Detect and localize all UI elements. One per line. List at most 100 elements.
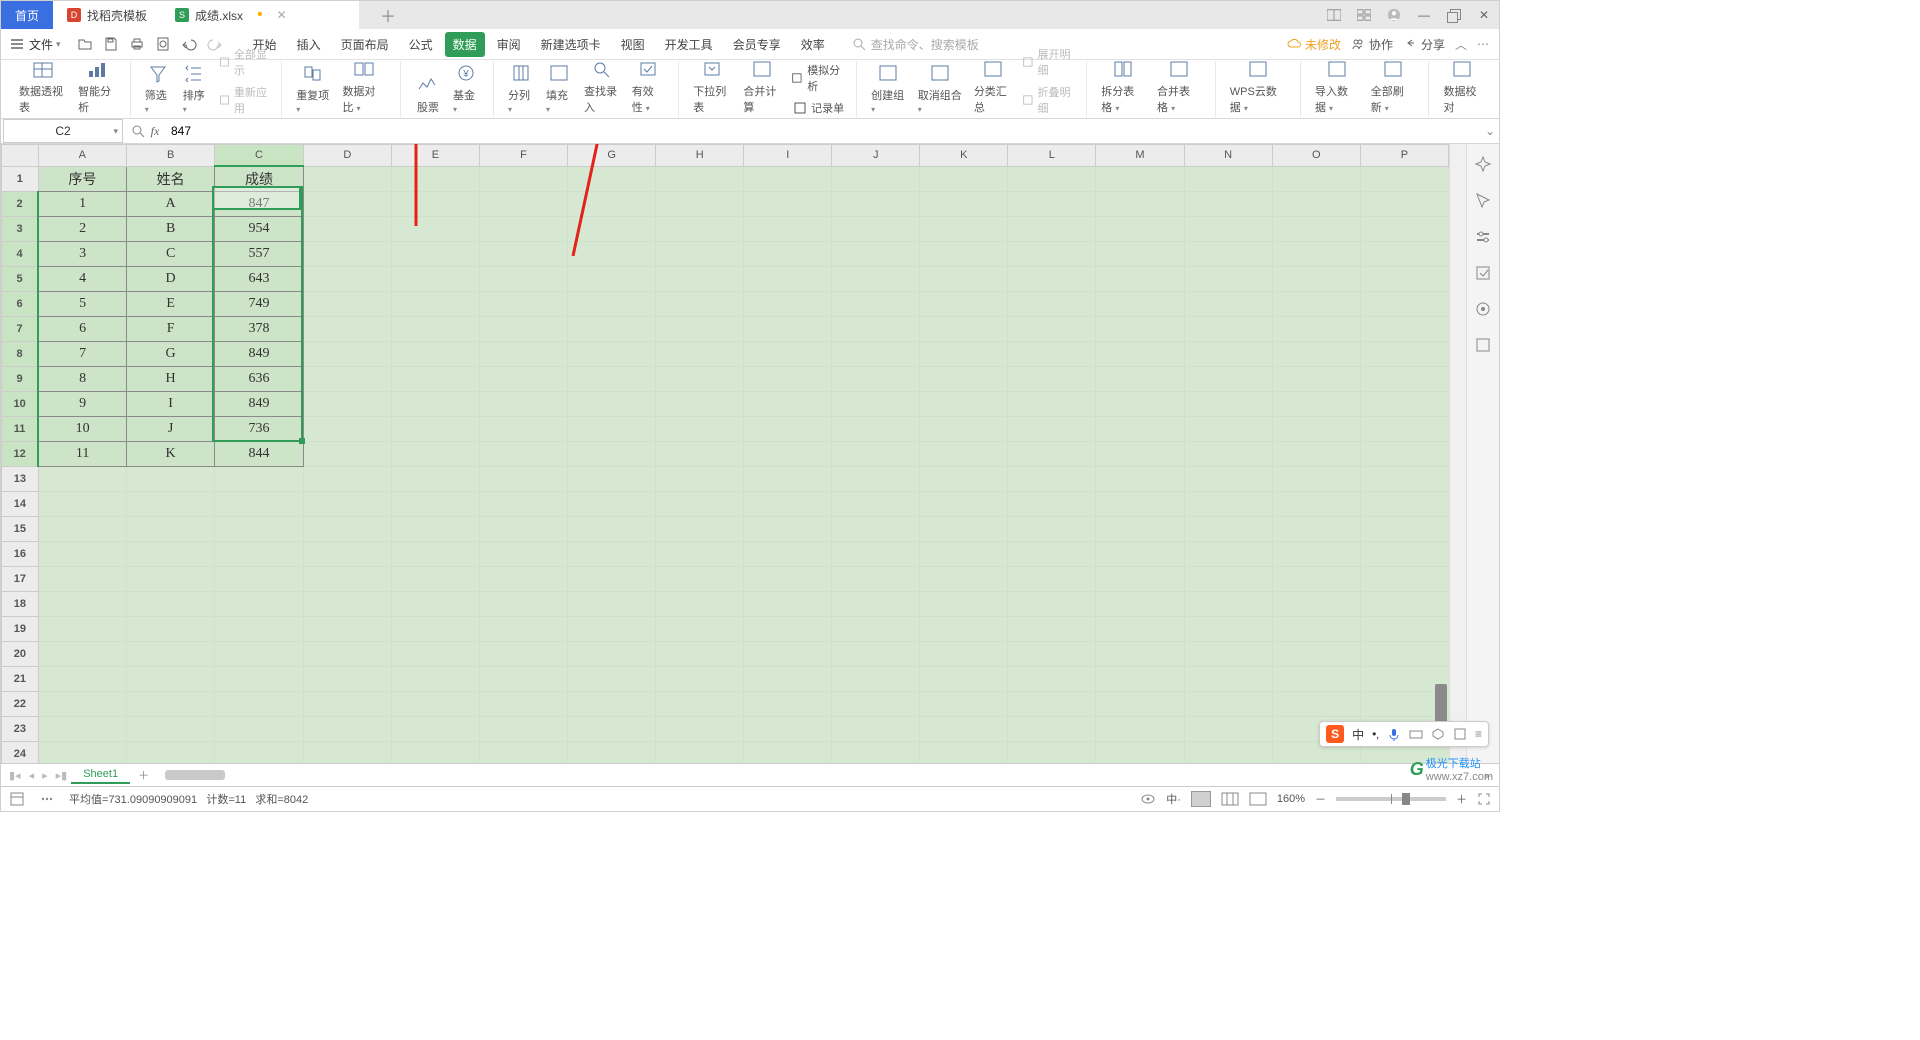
cell[interactable] — [479, 616, 567, 641]
cell[interactable]: 8 — [38, 366, 126, 391]
cell[interactable]: J — [126, 416, 214, 441]
cell[interactable] — [1008, 441, 1096, 466]
window-minimize[interactable]: — — [1409, 1, 1439, 29]
open-icon[interactable] — [77, 36, 93, 52]
cell[interactable]: 378 — [215, 316, 304, 341]
cell[interactable] — [1184, 341, 1272, 366]
cell[interactable] — [1272, 666, 1360, 691]
cell[interactable] — [568, 241, 656, 266]
cell[interactable] — [1184, 391, 1272, 416]
col-header[interactable]: D — [303, 145, 391, 167]
close-tab-icon[interactable]: ✕ — [277, 8, 287, 22]
row-header[interactable]: 2 — [2, 191, 39, 216]
cell[interactable] — [1272, 166, 1360, 191]
cell[interactable] — [1096, 516, 1184, 541]
cell[interactable] — [126, 716, 214, 741]
cell[interactable]: 847 — [215, 191, 304, 216]
ribbon-27[interactable]: 全部刷新 ▾ — [1365, 55, 1421, 117]
cell[interactable] — [479, 566, 567, 591]
cell[interactable] — [656, 316, 744, 341]
cell[interactable] — [1272, 641, 1360, 666]
cell[interactable] — [1272, 416, 1360, 441]
hamburger-icon[interactable] — [9, 36, 25, 52]
cell[interactable] — [568, 341, 656, 366]
cell[interactable] — [303, 616, 391, 641]
cell[interactable] — [479, 316, 567, 341]
tab-home[interactable]: 首页 — [1, 1, 53, 29]
cell[interactable] — [303, 216, 391, 241]
cell[interactable] — [391, 191, 479, 216]
cell[interactable] — [1184, 466, 1272, 491]
add-sheet-icon[interactable]: ＋ — [130, 767, 157, 783]
row-header[interactable]: 21 — [2, 666, 39, 691]
ribbon-0[interactable]: 数据透视表 — [13, 55, 72, 117]
row-header[interactable]: 15 — [2, 516, 39, 541]
ribbon-11[interactable]: 填充 ▾ — [540, 59, 578, 117]
ribbon-6[interactable]: 重复项 ▾ — [290, 59, 336, 117]
cell[interactable] — [656, 641, 744, 666]
ribbon-9[interactable]: ¥基金 ▾ — [447, 59, 485, 117]
cell[interactable] — [920, 291, 1008, 316]
menu-tab-9[interactable]: 会员专享 — [725, 32, 789, 57]
cell[interactable] — [1360, 216, 1448, 241]
cell[interactable]: 954 — [215, 216, 304, 241]
cell[interactable] — [1008, 416, 1096, 441]
cell[interactable] — [391, 691, 479, 716]
cell[interactable] — [832, 216, 920, 241]
cell[interactable] — [920, 241, 1008, 266]
sheet-prev-icon[interactable]: ◂ — [25, 769, 39, 782]
cell[interactable] — [920, 191, 1008, 216]
cell[interactable]: 844 — [215, 441, 304, 466]
row-header[interactable]: 14 — [2, 491, 39, 516]
cell[interactable] — [215, 691, 304, 716]
cell[interactable] — [1184, 216, 1272, 241]
zoom-value[interactable]: 160% — [1277, 793, 1305, 805]
cell[interactable] — [1096, 466, 1184, 491]
cell[interactable] — [568, 216, 656, 241]
row-header[interactable]: 5 — [2, 266, 39, 291]
cell[interactable] — [303, 266, 391, 291]
cell[interactable] — [303, 316, 391, 341]
cell[interactable]: 序号 — [38, 166, 126, 191]
cell[interactable] — [656, 741, 744, 763]
cell[interactable] — [1096, 391, 1184, 416]
cell[interactable] — [1184, 566, 1272, 591]
cell[interactable] — [744, 516, 832, 541]
menu-tab-7[interactable]: 视图 — [613, 32, 653, 57]
status-dots-icon[interactable] — [39, 791, 55, 807]
cell[interactable]: 636 — [215, 366, 304, 391]
cell[interactable] — [38, 566, 126, 591]
cell[interactable]: 5 — [38, 291, 126, 316]
cell[interactable] — [920, 616, 1008, 641]
cell[interactable] — [1272, 441, 1360, 466]
sheet-tab[interactable]: Sheet1 — [71, 766, 130, 784]
fullscreen-icon[interactable] — [1477, 792, 1491, 806]
cell[interactable] — [920, 316, 1008, 341]
cell[interactable] — [391, 716, 479, 741]
cell[interactable] — [1008, 591, 1096, 616]
cell[interactable] — [568, 316, 656, 341]
cell[interactable] — [126, 741, 214, 763]
cell[interactable] — [1096, 366, 1184, 391]
cell[interactable] — [920, 491, 1008, 516]
cell[interactable] — [1360, 541, 1448, 566]
ribbon-5[interactable]: 排序 ▾ — [177, 59, 215, 117]
cell[interactable] — [215, 666, 304, 691]
col-header[interactable]: J — [832, 145, 920, 167]
cell[interactable] — [744, 191, 832, 216]
ime-skin-icon[interactable] — [1431, 727, 1445, 741]
cell[interactable] — [832, 416, 920, 441]
cell[interactable] — [656, 691, 744, 716]
row-header[interactable]: 13 — [2, 466, 39, 491]
cell[interactable] — [391, 641, 479, 666]
cell[interactable] — [1008, 716, 1096, 741]
cell[interactable] — [479, 516, 567, 541]
cell[interactable] — [391, 741, 479, 763]
cell[interactable] — [215, 491, 304, 516]
cell[interactable] — [744, 741, 832, 763]
cell[interactable] — [920, 416, 1008, 441]
cell[interactable] — [1096, 316, 1184, 341]
cell[interactable] — [832, 591, 920, 616]
save-icon[interactable] — [103, 36, 119, 52]
cell[interactable] — [303, 416, 391, 441]
